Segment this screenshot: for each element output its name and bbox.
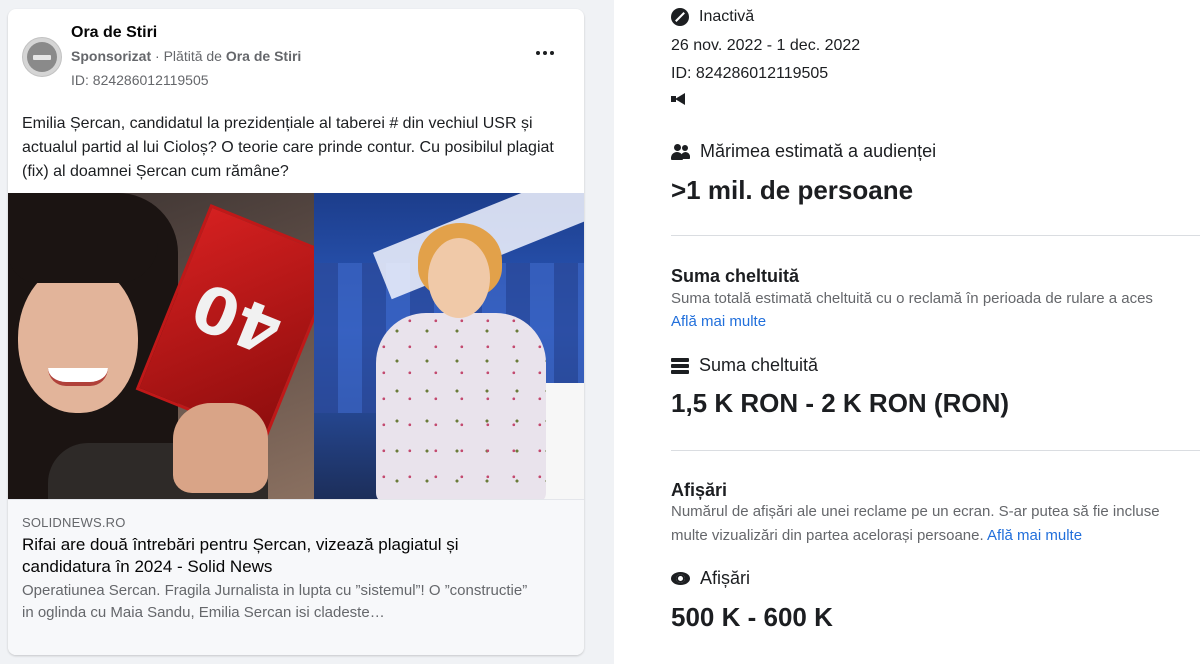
sponsored-line: Sponsorizat · Plătită de Ora de Stiri	[71, 48, 302, 64]
board-number: 40	[182, 266, 293, 369]
ad-id: ID: 824286012119505	[71, 72, 209, 88]
audience-label-row: Mărimea estimată a audienței	[671, 141, 936, 162]
spend-learn-more-link[interactable]: Află mai multe	[671, 313, 766, 330]
spend-value: 1,5 K RON - 2 K RON (RON)	[671, 388, 1010, 418]
ad-image[interactable]: 40	[8, 193, 584, 499]
page-name[interactable]: Ora de Stiri	[71, 24, 157, 42]
page-avatar[interactable]	[22, 37, 62, 77]
spend-section-title: Suma cheltuită	[671, 266, 800, 286]
status-row: Inactivă	[671, 8, 754, 26]
impressions-label-row: Afișări	[671, 568, 750, 589]
impressions-value: 500 K - 600 K	[671, 602, 833, 632]
details-ad-id: ID: 824286012119505	[671, 65, 829, 82]
audience-value: >1 mil. de persoane	[671, 175, 914, 205]
money-icon	[671, 357, 689, 374]
ad-image-right-photo	[314, 193, 584, 499]
run-dates: 26 nov. 2022 - 1 dec. 2022	[671, 37, 861, 54]
divider	[671, 450, 1200, 451]
impressions-section-title: Afișări	[671, 480, 728, 500]
link-preview[interactable]: SOLIDNEWS.RO Rifai are două întrebări pe…	[8, 499, 584, 655]
ad-body-text: Emilia Șercan, candidatul la prezidenția…	[22, 115, 554, 180]
sponsored-label: Sponsorizat	[71, 48, 152, 64]
link-headline[interactable]: Rifai are două întrebări pentru Șercan, …	[22, 534, 542, 578]
more-options-icon[interactable]	[536, 46, 556, 60]
impressions-learn-more-link[interactable]: Află mai multe	[987, 527, 1082, 544]
spend-label: Suma cheltuită	[699, 355, 819, 375]
impressions-description: Numărul de afișări ale unei reclame pe u…	[671, 503, 1160, 520]
ad-details-panel: Inactivă 26 nov. 2022 - 1 dec. 2022 ID: …	[614, 0, 1200, 664]
link-description: Operatiunea Sercan. Fragila Jurnalista i…	[22, 582, 528, 621]
ad-card: Ora de Stiri Sponsorizat · Plătită de Or…	[8, 9, 584, 655]
ad-header: Ora de Stiri Sponsorizat · Plătită de Or…	[8, 9, 584, 109]
paid-by-name: Ora de Stiri	[225, 48, 302, 64]
spend-description: Suma totală estimată cheltuită cu o recl…	[671, 290, 1153, 307]
link-domain: SOLIDNEWS.RO	[22, 515, 126, 530]
paid-by-prefix: Plătită de	[163, 48, 222, 64]
people-icon	[671, 143, 690, 160]
impressions-label: Afișări	[700, 568, 751, 588]
status-text: Inactivă	[699, 8, 755, 25]
eye-icon	[671, 572, 690, 585]
spend-label-row: Suma cheltuită	[671, 355, 818, 376]
megaphone-icon	[671, 92, 687, 106]
impressions-description-line2: multe vizualizări din partea acelorași p…	[671, 527, 1083, 544]
audience-label: Mărimea estimată a audienței	[700, 141, 937, 161]
divider	[671, 235, 1200, 236]
inactive-status-icon	[671, 8, 689, 26]
ad-image-left-photo: 40	[8, 193, 341, 499]
